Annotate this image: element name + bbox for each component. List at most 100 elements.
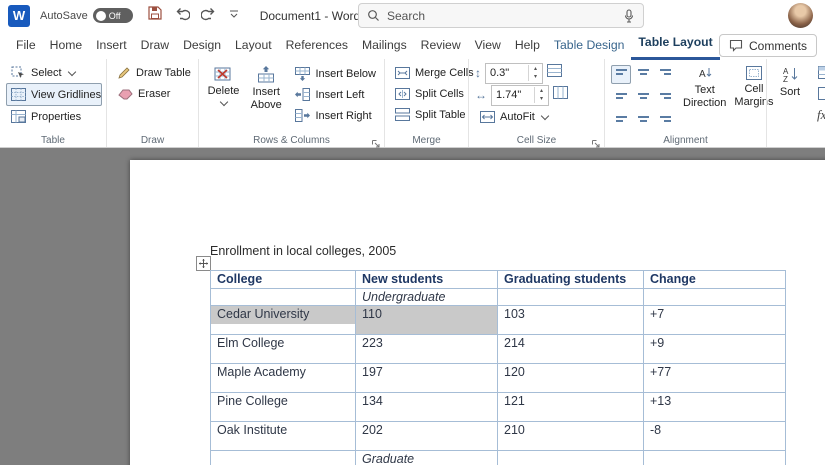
customize-qat-button[interactable] (228, 7, 240, 25)
tab-table-layout[interactable]: Table Layout (631, 31, 720, 60)
save-button[interactable] (147, 5, 163, 26)
table-cell[interactable] (643, 450, 786, 465)
table-cell[interactable]: +9 (643, 334, 786, 364)
formula-button[interactable]: fx (813, 104, 825, 125)
autosave-control[interactable]: AutoSave Off (40, 8, 133, 23)
draw-table-button[interactable]: Draw Table (113, 62, 194, 83)
distribute-rows-button[interactable] (547, 64, 562, 82)
autofit-button[interactable]: AutoFit (475, 106, 600, 127)
table-cell[interactable]: Undergraduate (355, 288, 498, 306)
microphone-icon[interactable] (623, 8, 635, 23)
table-cell[interactable]: 202 (355, 421, 498, 451)
split-cells-button[interactable]: Split Cells (391, 83, 464, 104)
table-cell[interactable]: -8 (643, 421, 786, 451)
table-cell[interactable]: Maple Academy (210, 363, 356, 393)
insert-left-button[interactable]: Insert Left (290, 84, 380, 105)
table-cell[interactable]: Graduate (355, 450, 498, 465)
table-cell[interactable]: 103 (497, 305, 644, 335)
align-bottom-center-icon (637, 111, 649, 122)
repeat-header-rows-button[interactable] (813, 62, 825, 83)
table-cell[interactable]: 121 (497, 392, 644, 422)
delete-button[interactable]: Delete (205, 62, 242, 133)
table-cell[interactable]: Elm College (210, 334, 356, 364)
eraser-button[interactable]: Eraser (113, 83, 194, 104)
table-cell[interactable]: 210 (497, 421, 644, 451)
row-height-input[interactable] (486, 67, 528, 79)
align-top-center-button[interactable] (633, 65, 653, 84)
redo-button[interactable] (200, 5, 217, 26)
align-center-button[interactable] (633, 86, 653, 105)
view-gridlines-button[interactable]: View Gridlines (6, 83, 102, 106)
sort-button[interactable]: AZ Sort (773, 62, 807, 133)
insert-above-button[interactable]: Insert Above (245, 62, 288, 133)
table-cell[interactable]: +7 (643, 305, 786, 335)
tab-help[interactable]: Help (508, 32, 547, 58)
merge-cells-button[interactable]: Merge Cells (391, 62, 474, 83)
align-center-left-button[interactable] (611, 86, 631, 105)
table-cell-selected[interactable]: 110 (355, 305, 498, 335)
header-cell-new-students[interactable]: New students (355, 270, 498, 289)
distribute-columns-button[interactable] (553, 86, 568, 104)
properties-button[interactable]: Properties (6, 106, 102, 127)
tab-review[interactable]: Review (414, 32, 468, 58)
tab-draw[interactable]: Draw (134, 32, 176, 58)
spin-down-icon[interactable]: ▾ (529, 73, 542, 81)
tab-view[interactable]: View (468, 32, 508, 58)
word-logo-icon[interactable]: W (8, 4, 30, 27)
spin-down-icon[interactable]: ▾ (535, 95, 548, 103)
table-cell[interactable] (497, 450, 644, 465)
table-cell[interactable]: Oak Institute (210, 421, 356, 451)
table-caption-text[interactable]: Enrollment in local colleges, 2005 (210, 244, 396, 258)
document-page[interactable]: Enrollment in local colleges, 2005 Colle… (130, 160, 825, 465)
table-row: Undergraduate (210, 288, 786, 306)
table-cell[interactable]: +77 (643, 363, 786, 393)
align-center-right-button[interactable] (655, 86, 675, 105)
tab-file[interactable]: File (9, 32, 43, 58)
tab-design[interactable]: Design (176, 32, 228, 58)
table-cell[interactable]: 120 (497, 363, 644, 393)
align-bottom-left-icon (615, 111, 627, 122)
align-bottom-left-button[interactable] (611, 107, 631, 126)
insert-below-button[interactable]: Insert Below (290, 63, 380, 84)
table-row: Maple Academy 197 120 +77 (210, 363, 786, 393)
table-cell[interactable] (210, 288, 356, 306)
insert-right-button[interactable]: Insert Right (290, 105, 380, 126)
table-cell[interactable]: 197 (355, 363, 498, 393)
table-cell[interactable]: 134 (355, 392, 498, 422)
autosave-toggle[interactable]: Off (92, 8, 133, 23)
spin-up-icon[interactable]: ▴ (535, 87, 548, 95)
table-cell[interactable]: +13 (643, 392, 786, 422)
table-move-handle[interactable] (196, 256, 211, 271)
table-cell[interactable]: Pine College (210, 392, 356, 422)
tab-layout[interactable]: Layout (228, 32, 279, 58)
text-direction-button[interactable]: A Text Direction (683, 62, 726, 133)
table-cell[interactable] (210, 450, 356, 465)
comments-button[interactable]: Comments (718, 34, 817, 57)
tab-insert[interactable]: Insert (89, 32, 133, 58)
tab-references[interactable]: References (279, 32, 355, 58)
header-cell-college[interactable]: College (210, 270, 356, 289)
align-top-left-button[interactable] (611, 65, 631, 84)
tab-mailings[interactable]: Mailings (355, 32, 414, 58)
split-table-icon (395, 108, 410, 121)
tab-table-design[interactable]: Table Design (547, 32, 631, 58)
search-box[interactable]: Search (358, 3, 644, 28)
split-table-button[interactable]: Split Table (391, 104, 466, 125)
user-avatar[interactable] (788, 3, 813, 28)
align-bottom-right-button[interactable] (655, 107, 675, 126)
column-width-input[interactable] (492, 89, 534, 101)
convert-to-text-button[interactable] (813, 83, 825, 104)
tab-home[interactable]: Home (43, 32, 90, 58)
table-cell[interactable] (643, 288, 786, 306)
header-cell-change[interactable]: Change (643, 270, 786, 289)
header-cell-graduating-students[interactable]: Graduating students (497, 270, 644, 289)
align-bottom-center-button[interactable] (633, 107, 653, 126)
table-cell-selected[interactable]: Cedar University (210, 305, 356, 335)
table-cell[interactable]: 214 (497, 334, 644, 364)
align-top-right-button[interactable] (655, 65, 675, 84)
table-cell[interactable]: 223 (355, 334, 498, 364)
spin-up-icon[interactable]: ▴ (529, 65, 542, 73)
select-button[interactable]: Select (6, 62, 102, 83)
table-cell[interactable] (497, 288, 644, 306)
undo-button[interactable] (174, 5, 191, 26)
